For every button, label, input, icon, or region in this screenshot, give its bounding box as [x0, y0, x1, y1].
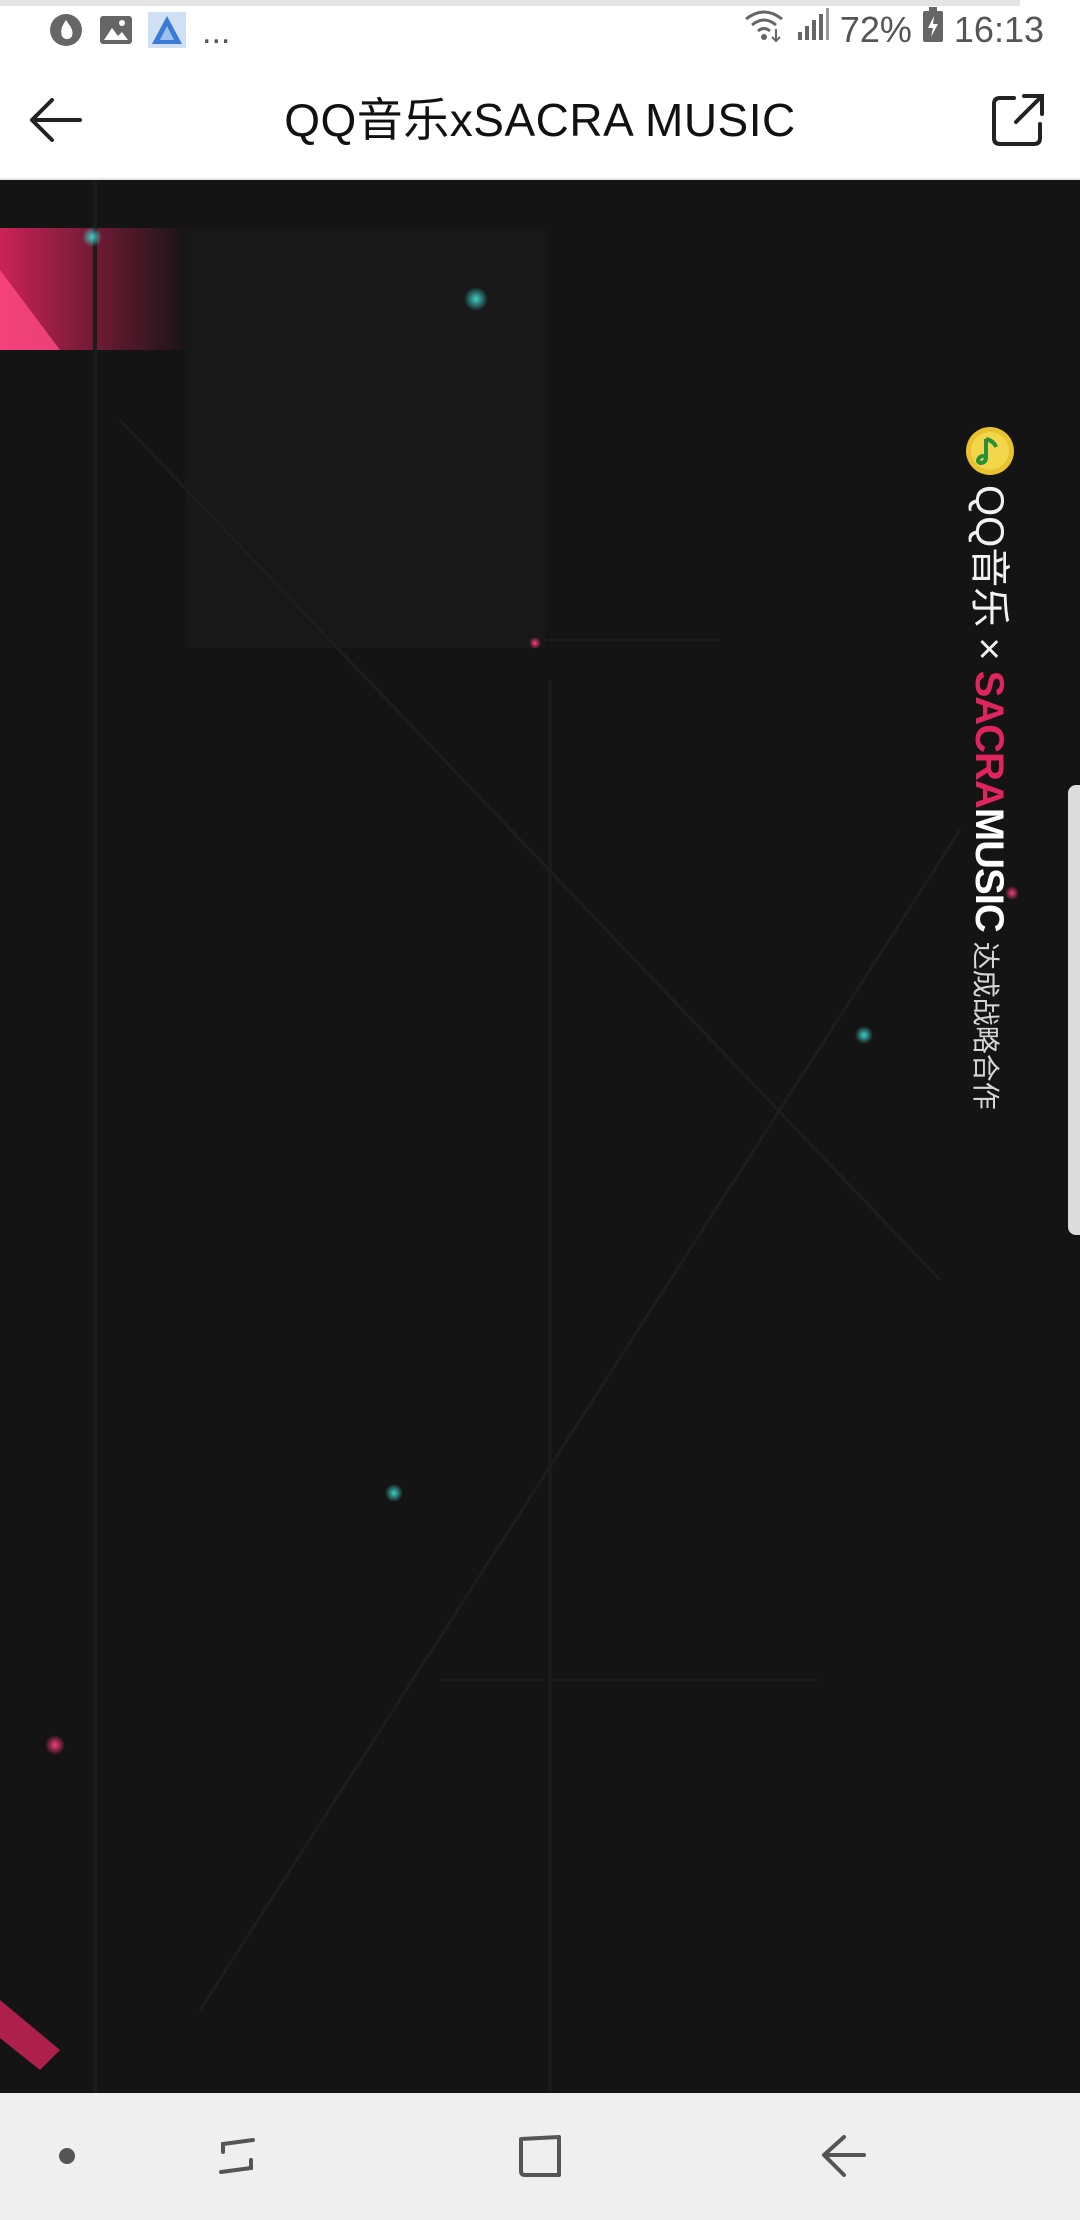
status-left-icons: ... — [48, 11, 231, 53]
external-share-icon — [990, 92, 1046, 153]
battery-icon — [922, 7, 944, 53]
wifi-icon — [742, 7, 786, 53]
image-icon — [98, 14, 134, 51]
status-bar: ... 72% 16:13 — [0, 0, 1080, 62]
times-sign: × — [967, 637, 1011, 661]
recent-apps-icon — [213, 2132, 261, 2185]
qq-music-logo-icon — [964, 425, 1016, 477]
promo-banner[interactable]: QQ音乐 × SACRAMUSIC 达成战略合作 — [0, 180, 1080, 2093]
partner-music: MUSIC — [967, 807, 1011, 932]
more-indicator: ... — [202, 12, 231, 51]
brand-name: QQ音乐 — [967, 485, 1011, 628]
system-nav-bar — [0, 2093, 1080, 2220]
app-bar: QQ音乐xSACRA MUSIC — [0, 62, 1080, 180]
battery-percent: 72% — [839, 9, 912, 50]
partnership-text: QQ音乐 × SACRAMUSIC 达成战略合作 — [964, 485, 1022, 1110]
arrow-left-icon — [28, 96, 84, 149]
page-title: QQ音乐xSACRA MUSIC — [284, 94, 796, 146]
dot-icon — [57, 2146, 77, 2171]
back-icon — [818, 2133, 868, 2184]
back-nav-button[interactable] — [808, 2123, 878, 2193]
banner-decoration — [0, 180, 1019, 2093]
share-button[interactable] — [986, 90, 1050, 154]
status-top-line — [0, 0, 1020, 6]
partnership-subtitle: 达成战略合作 — [970, 941, 1001, 1110]
home-icon — [515, 2131, 565, 2186]
nav-dot-button[interactable] — [32, 2123, 102, 2193]
status-right: 72% 16:13 — [742, 7, 1044, 53]
notification-icon — [48, 12, 84, 53]
scrollbar[interactable] — [1068, 785, 1080, 1235]
clock: 16:13 — [953, 9, 1044, 50]
recent-apps-button[interactable] — [202, 2123, 272, 2193]
partner-sacra: SACRA — [967, 670, 1011, 808]
app-icon — [148, 11, 186, 53]
home-button[interactable] — [505, 2123, 575, 2193]
back-button[interactable] — [24, 90, 88, 154]
signal-icon — [796, 8, 830, 52]
